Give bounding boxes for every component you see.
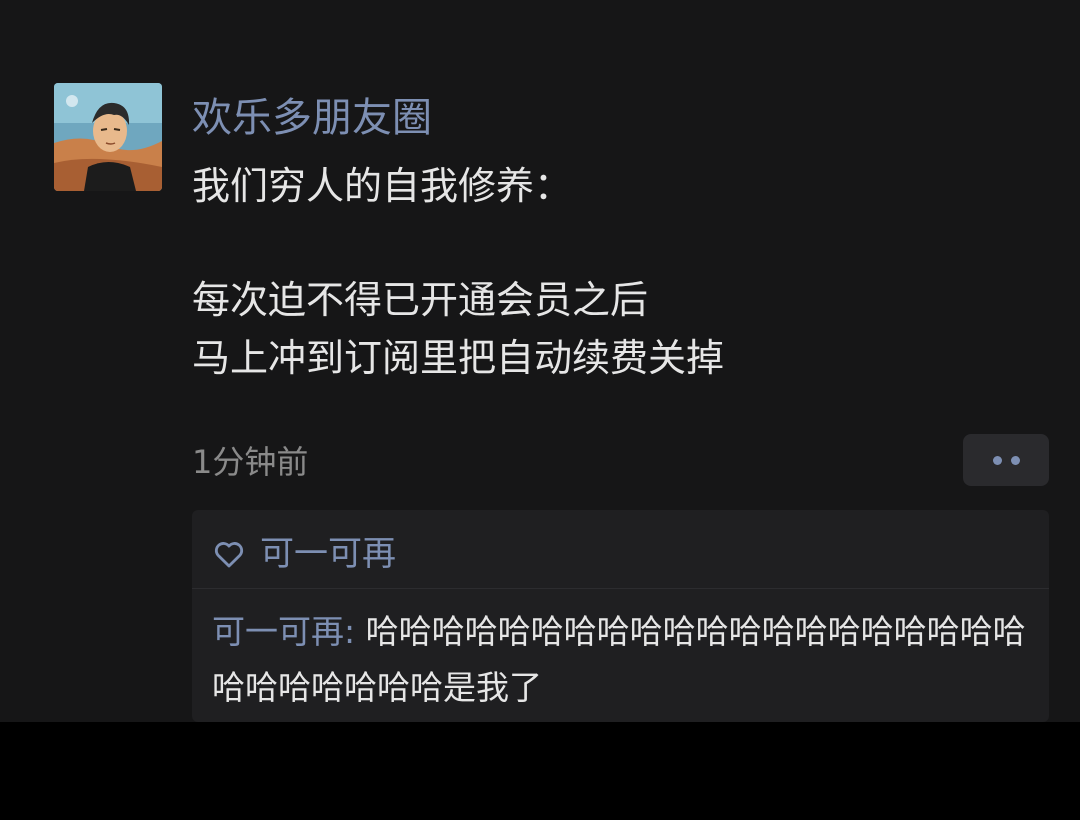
- author-avatar[interactable]: [54, 83, 162, 191]
- comment-author[interactable]: 可一可再: [212, 612, 344, 651]
- post-text-line: 每次迫不得已开通会员之后: [192, 278, 649, 322]
- comment[interactable]: 可一可再: 哈哈哈哈哈哈哈哈哈哈哈哈哈哈哈哈哈哈哈哈哈哈哈哈哈哈哈是我了: [212, 604, 1032, 716]
- more-actions-button[interactable]: [963, 434, 1049, 486]
- post-timestamp: 1分钟前: [192, 443, 309, 481]
- heart-outline-icon: [214, 542, 244, 568]
- more-dots-icon: [1010, 455, 1020, 465]
- post-text-line: 我们穷人的自我修养：: [192, 164, 573, 208]
- interaction-panel: 可一可再 可一可再: 哈哈哈哈哈哈哈哈哈哈哈哈哈哈哈哈哈哈哈哈哈哈哈哈哈哈哈是我…: [192, 510, 1049, 722]
- moments-feed-screen: 欢乐多朋友圈 我们穷人的自我修养： 每次迫不得已开通会员之后 马上冲到订阅里把自…: [0, 0, 1080, 722]
- comment-separator: :: [344, 612, 366, 651]
- more-dots-icon: [992, 455, 1002, 465]
- bottom-black-bar: [0, 722, 1080, 820]
- liker-name[interactable]: 可一可再: [260, 530, 396, 578]
- post-text-line: 马上冲到订阅里把自动续费关掉: [192, 336, 725, 380]
- author-name[interactable]: 欢乐多朋友圈: [192, 92, 432, 144]
- avatar-image: [54, 83, 162, 191]
- divider: [192, 588, 1049, 589]
- likes-row: 可一可再: [212, 530, 396, 578]
